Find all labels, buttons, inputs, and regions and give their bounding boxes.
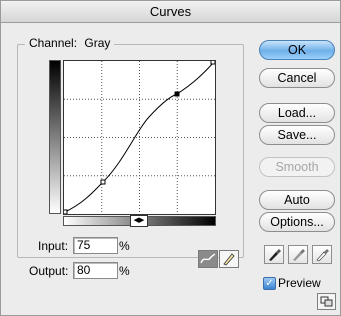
gray-eyedropper-icon[interactable] [288,245,308,264]
channel-label: Channel: Gray [25,36,115,50]
gray-eyedropper-glyph [293,249,305,261]
curve-graph[interactable] [62,59,216,215]
curve-svg [62,59,216,215]
channel-value[interactable]: Gray [84,36,110,50]
curve-tool-glyph [200,253,216,264]
black-eyedropper-icon[interactable] [264,245,284,264]
load-button[interactable]: Load... [259,103,335,123]
pencil-tool-icon[interactable] [219,250,239,268]
black-eyedropper-glyph [269,249,281,261]
channel-label-text: Channel: [29,36,78,50]
resize-icon[interactable] [317,293,336,310]
ok-button[interactable]: OK [259,40,335,60]
auto-button[interactable]: Auto [259,190,335,210]
pencil-tool-glyph [223,253,235,266]
output-unit: % [119,264,130,278]
white-eyedropper-icon[interactable] [312,245,332,264]
curve-point-selected [174,91,180,97]
gradient-toggle-icon[interactable]: ◀▶ [130,215,148,227]
grid-lines [64,61,215,214]
curve-point-shadow [100,179,106,185]
window-title: Curves [1,1,340,23]
cancel-button[interactable]: Cancel [259,68,335,88]
curve-tool-icon[interactable] [198,250,218,268]
curve-point-black [62,209,68,215]
options-button[interactable]: Options... [259,212,335,232]
curve-point-white [210,59,216,65]
output-label: Output: [29,264,69,278]
output-field[interactable]: 80 [73,262,118,279]
resize-glyph [320,296,333,307]
input-unit: % [119,239,130,253]
smooth-button[interactable]: Smooth [259,157,335,177]
preview-checkbox[interactable]: ✓ [263,277,276,290]
input-field[interactable]: 75 [73,237,118,254]
output-gradient-bar [49,60,61,214]
curves-dialog: Curves Channel: Gray ◀▶ Input: 75 % Outp… [0,0,341,316]
preview-label: Preview [278,276,321,290]
white-eyedropper-glyph [316,249,329,262]
input-label: Input: [38,239,69,253]
save-button[interactable]: Save... [259,125,335,145]
